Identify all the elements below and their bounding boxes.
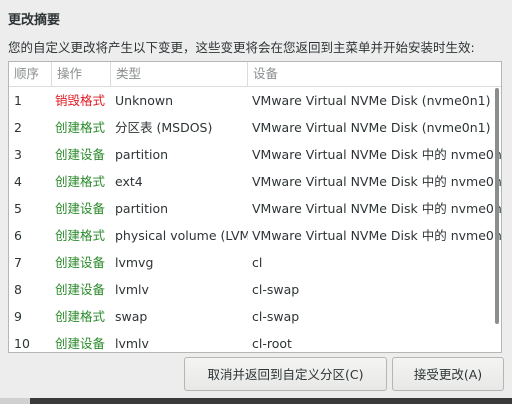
order-cell: 9	[14, 309, 22, 324]
action-cell: 创建设备	[55, 147, 106, 162]
taskbar-strip	[0, 398, 512, 404]
device-cell: VMware Virtual NVMe Disk 中的 nvme0n1p	[252, 147, 502, 162]
device-cell: cl-swap	[252, 309, 300, 324]
table-row[interactable]: 8 创建设备 lvmlv cl-swap	[9, 276, 501, 303]
device-cell: cl	[252, 255, 263, 270]
dialog-title: 更改摘要	[8, 13, 61, 28]
table-row[interactable]: 3 创建设备 partition VMware Virtual NVMe Disk 中…	[9, 141, 501, 168]
action-cell: 创建格式	[55, 309, 106, 324]
table-scrollbar[interactable]	[495, 88, 499, 324]
order-cell: 1	[14, 93, 22, 108]
order-cell: 4	[14, 174, 22, 189]
type-cell: partition	[115, 147, 169, 162]
table-row[interactable]: 1 销毁格式 Unknown VMware Virtual NVMe Disk (nv…	[9, 87, 501, 114]
changes-table: 顺序 操作 类型 设备 1 销毁格式 Unknown VMware Virtual N…	[8, 61, 502, 353]
device-cell: cl-swap	[252, 282, 300, 297]
device-cell: VMware Virtual NVMe Disk (nvme0n1)	[252, 120, 491, 135]
table-row[interactable]: 4 创建格式 ext4 VMware Virtual NVMe Disk 中的 nvm…	[9, 168, 501, 195]
device-cell: VMware Virtual NVMe Disk 中的 nvme0n1p	[252, 174, 502, 189]
order-cell: 10	[14, 336, 30, 351]
type-cell: 分区表 (MSDOS)	[115, 120, 213, 135]
type-cell: ext4	[115, 174, 143, 189]
action-cell: 创建设备	[55, 255, 106, 270]
action-cell: 创建格式	[55, 120, 106, 135]
table-row[interactable]: 7 创建设备 lvmvg cl	[9, 249, 501, 276]
accept-changes-button[interactable]: 接受更改(A)	[392, 357, 504, 391]
action-cell: 创建设备	[55, 201, 106, 216]
type-cell: physical volume (LVM)	[115, 228, 248, 243]
table-row[interactable]: 9 创建格式 swap cl-swap	[9, 303, 501, 330]
order-cell: 3	[14, 147, 22, 162]
column-header-device[interactable]: 设备	[248, 62, 501, 86]
order-cell: 6	[14, 228, 22, 243]
order-cell: 7	[14, 255, 22, 270]
cancel-return-button[interactable]: 取消并返回到自定义分区(C)	[184, 357, 387, 391]
action-cell: 创建格式	[55, 174, 106, 189]
type-cell: lvmlv	[115, 282, 149, 297]
type-cell: partition	[115, 201, 169, 216]
type-cell: Unknown	[115, 93, 174, 108]
device-cell: VMware Virtual NVMe Disk 中的 nvme0n1p	[252, 228, 502, 243]
order-cell: 8	[14, 282, 22, 297]
summary-of-changes-dialog: 更改摘要 您的自定义更改将产生以下变更，这些变更将会在您返回到主菜单并开始安装时…	[0, 0, 512, 404]
action-cell: 创建设备	[55, 336, 106, 351]
action-cell: 创建格式	[55, 228, 106, 243]
device-cell: VMware Virtual NVMe Disk (nvme0n1)	[252, 93, 491, 108]
type-cell: swap	[115, 309, 148, 324]
action-cell: 销毁格式	[55, 93, 106, 108]
table-row[interactable]: 10 创建设备 lvmlv cl-root	[9, 330, 501, 352]
type-cell: lvmlv	[115, 336, 149, 351]
column-header-order[interactable]: 顺序	[9, 62, 52, 86]
device-cell: VMware Virtual NVMe Disk 中的 nvme0n1p	[252, 201, 502, 216]
order-cell: 5	[14, 201, 22, 216]
order-cell: 2	[14, 120, 22, 135]
device-cell: cl-root	[252, 336, 292, 351]
table-row[interactable]: 5 创建设备 partition VMware Virtual NVMe Disk 中…	[9, 195, 501, 222]
type-cell: lvmvg	[115, 255, 154, 270]
column-header-action[interactable]: 操作	[52, 62, 111, 86]
table-row[interactable]: 6 创建格式 physical volume (LVM) VMware Virtual…	[9, 222, 501, 249]
table-header: 顺序 操作 类型 设备	[9, 62, 501, 87]
taskbar-item	[0, 398, 30, 404]
column-header-type[interactable]: 类型	[111, 62, 248, 86]
action-cell: 创建设备	[55, 282, 106, 297]
table-row[interactable]: 2 创建格式 分区表 (MSDOS) VMware Virtual NVMe Disk…	[9, 114, 501, 141]
dialog-subtitle: 您的自定义更改将产生以下变更，这些变更将会在您返回到主菜单并开始安装时生效:	[8, 40, 475, 55]
